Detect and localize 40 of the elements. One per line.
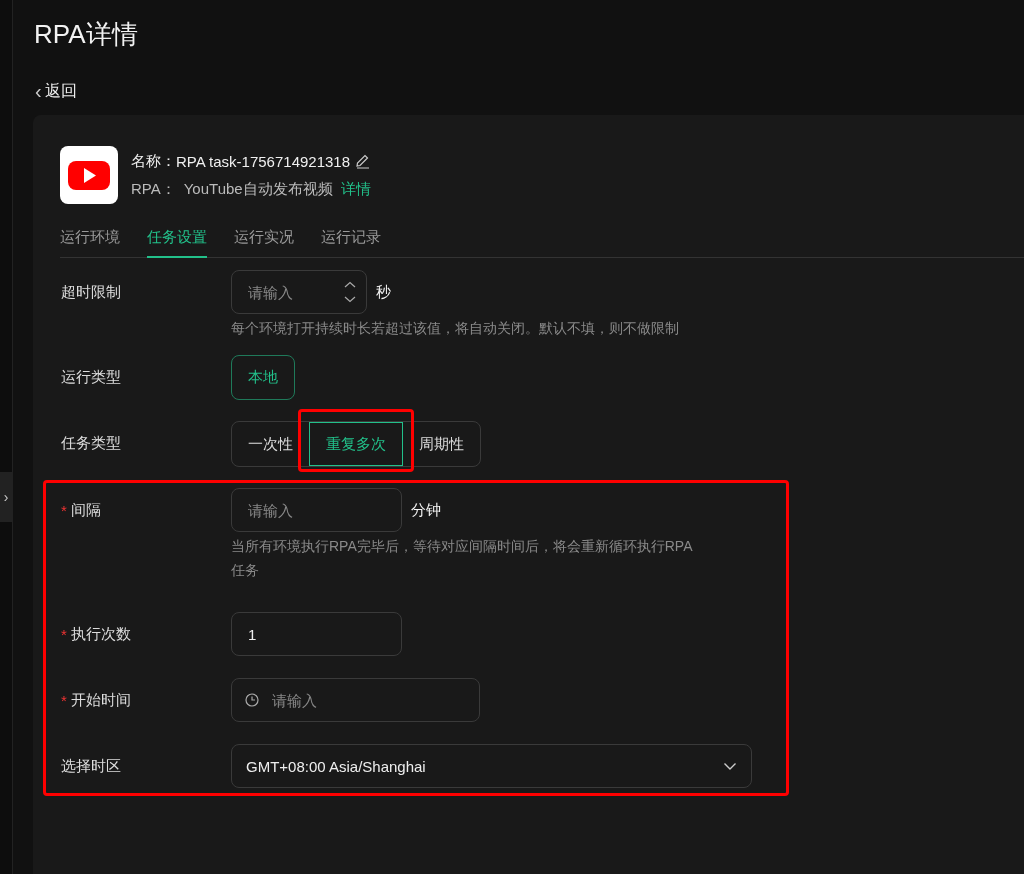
field-label: 执行次数: [70, 624, 131, 644]
video-app-logo-icon: [60, 146, 118, 204]
required-mark: *: [61, 625, 67, 643]
field-label: 间隔: [70, 500, 101, 520]
required-mark: *: [61, 691, 67, 709]
field-label: 任务类型: [61, 433, 121, 453]
field-label: 选择时区: [61, 756, 121, 776]
field-label: 超时限制: [61, 282, 121, 302]
time-input-field[interactable]: 请输入: [231, 678, 480, 722]
field-label: 运行类型: [61, 367, 121, 387]
rpa-name: YouTube自动发布视频: [183, 179, 333, 199]
clock-icon: [245, 693, 259, 707]
unit-label: 分钟: [411, 500, 441, 520]
edit-pencil-icon: [354, 153, 371, 169]
detail-link[interactable]: 详情: [340, 179, 371, 199]
hint-text: 每个环境打开持续时长若超过该值，将自动关闭。默认不填，则不做限制: [231, 319, 679, 338]
sidebar-toggle[interactable]: ›: [0, 472, 12, 522]
back-link[interactable]: ‹返回: [35, 79, 77, 103]
task-name: RPA task-1756714921318: [176, 152, 351, 170]
required-mark: *: [61, 501, 67, 519]
unit-label: 秒: [376, 282, 391, 302]
rpa-label: RPA：: [131, 179, 176, 199]
tab[interactable]: 运行实况: [234, 222, 294, 258]
tab[interactable]: 运行环境: [60, 222, 120, 258]
number-input-field[interactable]: 请输入: [231, 270, 367, 314]
hint-text: 当所有环境执行RPA完毕后，等待对应间隔时间后，将会重新循环执行RPA任务: [231, 537, 694, 580]
page-title: RPA详情: [34, 18, 139, 51]
task-name-label: 名称：: [131, 151, 176, 171]
tab[interactable]: 运行记录: [321, 222, 381, 258]
option-button[interactable]: 一次性: [232, 422, 309, 466]
field-label: 开始时间: [70, 690, 131, 710]
tab[interactable]: 任务设置: [147, 222, 207, 258]
stepper-arrows-icon: [343, 281, 357, 303]
option-button[interactable]: 本地: [231, 355, 295, 400]
input-field[interactable]: 请输入: [231, 488, 402, 532]
option-button[interactable]: 周期性: [403, 422, 480, 466]
input-field[interactable]: 1: [231, 612, 402, 656]
timezone-select[interactable]: GMT+08:00 Asia/Shanghai: [231, 744, 752, 788]
option-button[interactable]: 重复多次: [309, 422, 403, 466]
chevron-down-icon: [723, 761, 737, 771]
